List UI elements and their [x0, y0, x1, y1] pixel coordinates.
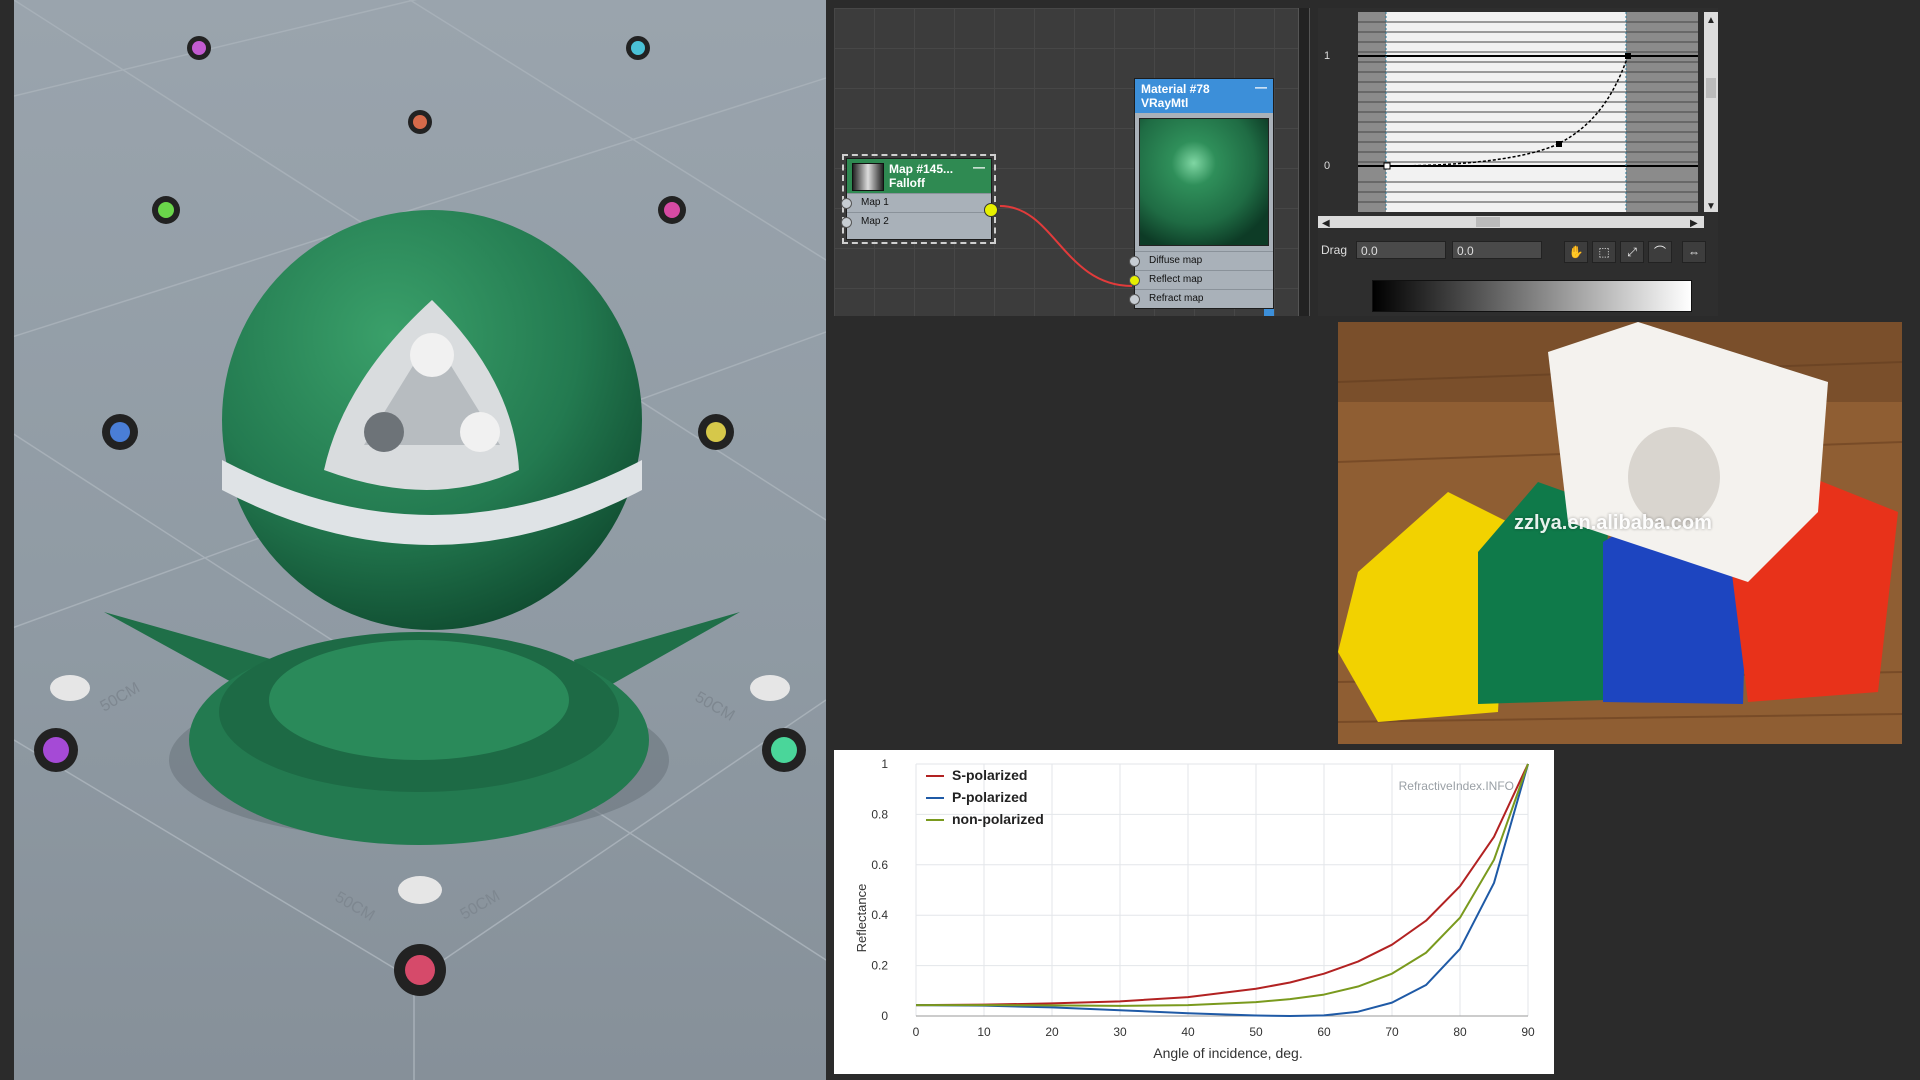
- material-slot-refract-map[interactable]: Refract map: [1129, 289, 1273, 308]
- mix-curve-plot[interactable]: ▲ ▼ ◀ ▶: [1318, 8, 1718, 228]
- scroll-left-icon[interactable]: ◀: [1322, 218, 1330, 228]
- x-tick-label: 70: [1385, 1025, 1399, 1039]
- legend-label: non-polarized: [952, 811, 1044, 827]
- x-tick-label: 60: [1317, 1025, 1331, 1039]
- falloff-thumbnail: [852, 163, 884, 191]
- x-tick-label: 50: [1249, 1025, 1263, 1039]
- curve-y-value-field[interactable]: 0.0: [1452, 241, 1542, 259]
- horizontal-scroll-thumb[interactable]: [1476, 217, 1500, 227]
- x-tick-label: 80: [1453, 1025, 1467, 1039]
- material-slot-diffuse-map[interactable]: Diffuse map: [1129, 251, 1273, 270]
- floor-label: 50CM: [98, 679, 143, 715]
- y-tick-label: 0.8: [871, 807, 888, 821]
- render-scene: 50CM 50CM 50CM 50CM: [14, 0, 826, 1080]
- curve-y-label-bottom: 0: [1324, 160, 1331, 172]
- y-tick-label: 0.4: [871, 908, 888, 922]
- chart-svg: 00.20.40.60.810 10 20 30 40 50 60 70 80 90 S-pola…: [854, 757, 1535, 1061]
- collapse-node-button[interactable]: —: [973, 160, 985, 174]
- x-tick-label: 20: [1045, 1025, 1059, 1039]
- y-tick-label: 0: [881, 1009, 888, 1023]
- drag-label: Drag: [1321, 243, 1348, 257]
- vertical-scroll-thumb[interactable]: [1706, 78, 1716, 98]
- curve-point[interactable]: [1383, 162, 1391, 170]
- collapse-node-button[interactable]: —: [1255, 80, 1267, 94]
- node-connection-wire[interactable]: [999, 205, 1133, 287]
- floor-label: 50CM: [692, 689, 737, 725]
- zoom-region-icon[interactable]: ⇔: [1682, 241, 1706, 263]
- legend-label: P-polarized: [952, 789, 1027, 805]
- y-tick-label: 0.2: [871, 959, 888, 973]
- x-tick-label: 30: [1113, 1025, 1127, 1039]
- falloff-map-node[interactable]: Map #145... Falloff — Map 1 Map 2: [841, 154, 998, 244]
- fresnel-reflectance-chart: 0 0.2 0.4 0.6 0.8 1 0 10 20 30 40 50 60 70 80 90 S-pola…: [834, 750, 1554, 1074]
- falloff-slot-map-2[interactable]: Map 2: [841, 212, 991, 231]
- chart-x-axis-label: Angle of incidence, deg.: [1153, 1045, 1302, 1061]
- falloff-slot-map-1[interactable]: Map 1: [841, 193, 991, 212]
- material-render-viewport: 50CM 50CM 50CM 50CM: [14, 0, 826, 1080]
- falloff-curve-editor: ▲ ▼ ◀ ▶ 1 0 Drag 0.0 0.0 ✋ ⬚ ⤢ ⌒ ⇔: [1318, 8, 1718, 316]
- falloff-output-socket[interactable]: [984, 203, 998, 217]
- scroll-right-icon[interactable]: ▶: [1690, 218, 1698, 228]
- curve-toolbar: Drag 0.0 0.0 ✋ ⬚ ⤢ ⌒ ⇔: [1318, 238, 1718, 263]
- curve-point[interactable]: [1556, 141, 1562, 147]
- legend-label: S-polarized: [952, 767, 1027, 783]
- vraymtl-material-node[interactable]: Material #78 VRayMtl — Diffuse map Refle…: [1129, 78, 1274, 309]
- curve-y-label-top: 1: [1324, 50, 1331, 62]
- curve-point[interactable]: [1625, 53, 1631, 59]
- vertical-scrollbar[interactable]: [1704, 12, 1718, 212]
- curve-x-value-field[interactable]: 0.0: [1356, 241, 1446, 259]
- x-tick-label: 0: [913, 1025, 920, 1039]
- panel-splitter[interactable]: [1298, 8, 1310, 316]
- falloff-node-type: Falloff: [889, 176, 925, 190]
- photo-watermark: zzlya.en.alibaba.com: [1514, 512, 1712, 534]
- zoom-vertical-icon[interactable]: ⌒: [1648, 241, 1672, 263]
- reference-photo-plastic-blocks: zzlya.en.alibaba.com: [1338, 322, 1902, 744]
- y-tick-label: 0.6: [871, 858, 888, 872]
- chart-y-axis-label: Reflectance: [854, 884, 869, 953]
- falloff-gradient-preview: [1372, 280, 1692, 312]
- scroll-down-icon[interactable]: ▼: [1706, 201, 1716, 212]
- material-slot-reflect-map[interactable]: Reflect map: [1129, 270, 1273, 289]
- pan-hand-icon[interactable]: ✋: [1564, 241, 1588, 263]
- material-node-title: Material #78: [1141, 82, 1210, 96]
- x-tick-label: 40: [1181, 1025, 1195, 1039]
- floor-label: 50CM: [332, 889, 377, 925]
- y-tick-label: 1: [881, 757, 888, 771]
- x-tick-label: 10: [977, 1025, 991, 1039]
- horizontal-scrollbar[interactable]: [1318, 216, 1704, 228]
- slate-node-editor[interactable]: Map #145... Falloff — Map 1 Map 2 Materi…: [834, 8, 1300, 316]
- material-node-type: VRayMtl: [1141, 96, 1189, 110]
- chart-watermark: RefractiveIndex.INFO: [1399, 779, 1514, 793]
- floor-label: 50CM: [458, 887, 503, 923]
- x-tick-label: 90: [1521, 1025, 1535, 1039]
- material-preview-thumbnail: [1139, 118, 1269, 246]
- zoom-extents-icon[interactable]: ⬚: [1592, 241, 1616, 263]
- scroll-up-icon[interactable]: ▲: [1706, 15, 1716, 26]
- zoom-horizontal-icon[interactable]: ⤢: [1620, 241, 1644, 263]
